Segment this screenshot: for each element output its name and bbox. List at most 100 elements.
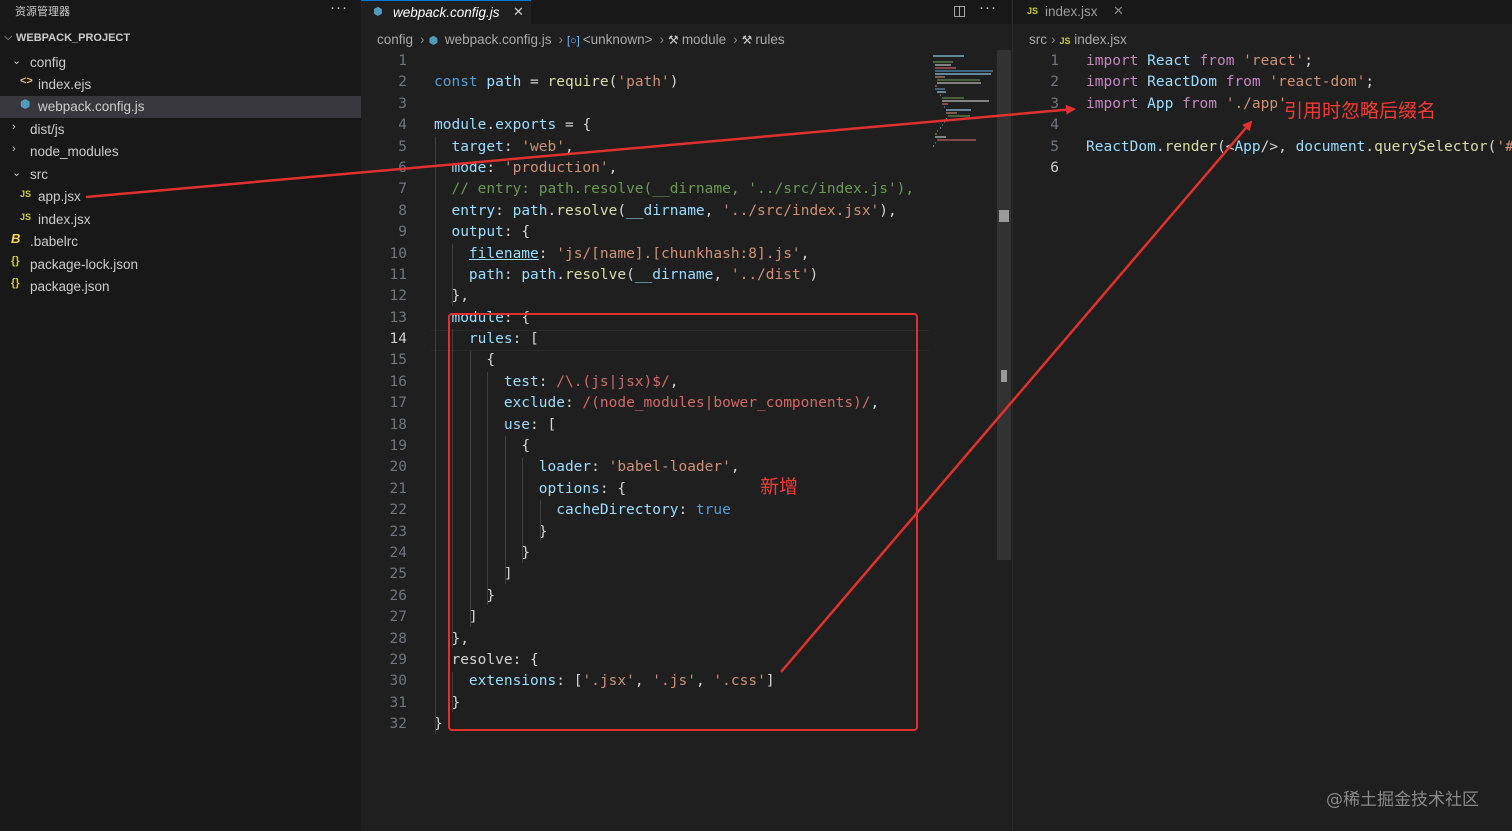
minimap-line <box>944 121 946 123</box>
code-line[interactable]: 8 entry: path.resolve(__dirname, '../src… <box>361 201 931 222</box>
wrench-icon: ⚒ <box>668 33 679 47</box>
code-line[interactable]: 3 import App from './app' <box>1013 94 1512 115</box>
minimap-line <box>946 112 958 114</box>
minimap-line <box>935 64 951 66</box>
minimap-line <box>941 97 964 99</box>
tree-item-label: webpack.config.js <box>38 99 145 114</box>
line-number: 7 <box>398 181 407 198</box>
close-icon[interactable]: ✕ <box>513 4 524 20</box>
split-editor-icon[interactable]: ◫ <box>953 2 966 19</box>
code-line[interactable]: 12 }, <box>361 286 931 307</box>
project-name: WEBPACK_PROJECT <box>16 32 131 44</box>
tab-label: index.jsx <box>1045 4 1098 19</box>
line-number: 16 <box>389 373 407 390</box>
minimap-line <box>935 67 957 69</box>
scrollbar-marker <box>999 210 1009 222</box>
code-line[interactable]: 1 import React from 'react'; <box>1013 51 1512 72</box>
webpack-config-icon: ⬢ <box>428 35 439 47</box>
tree-item-app-jsx[interactable]: JS app.jsx <box>0 186 361 208</box>
breadcrumb-item[interactable]: rules <box>755 32 784 47</box>
line-number: 18 <box>389 416 407 433</box>
minimap-line <box>935 73 992 75</box>
minimap-line <box>937 130 939 132</box>
tree-item-dist-js[interactable]: › dist/js <box>0 119 361 141</box>
webpack-config-icon: ⬢ <box>373 6 383 18</box>
code-line[interactable]: 1 <box>361 51 931 72</box>
minimap-line <box>935 88 946 90</box>
minimap-line <box>933 61 953 63</box>
tree-item-src[interactable]: ⌄ src <box>0 164 361 186</box>
javascript-file-icon: JS <box>20 189 32 199</box>
more-actions-icon[interactable]: ··· <box>979 0 997 16</box>
breadcrumb-item[interactable]: webpack.config.js <box>445 32 552 47</box>
line-number: 28 <box>389 630 407 647</box>
code-line[interactable]: 7 // entry: path.resolve(__dirname, '../… <box>361 179 931 200</box>
code-line[interactable]: 2 import ReactDom from 'react-dom'; <box>1013 72 1512 93</box>
tree-item-babelrc[interactable]: B .babelrc <box>0 231 361 253</box>
code-line[interactable]: 11 path: path.resolve(__dirname, '../dis… <box>361 265 931 286</box>
code-line[interactable]: 6 <box>1013 158 1512 179</box>
tab-webpack-config[interactable]: ⬢ webpack.config.js ✕ <box>361 0 531 24</box>
breadcrumb: config › ⬢ webpack.config.js › [○] <unknown> ›… <box>377 32 788 47</box>
tree-item-label: package-lock.json <box>30 257 139 272</box>
chevron-right-icon: › <box>12 121 16 133</box>
close-icon[interactable]: ✕ <box>1113 3 1124 19</box>
project-folder-header[interactable]: ⌵ WEBPACK_PROJECT <box>0 30 361 50</box>
line-number: 4 <box>1050 117 1059 134</box>
code-editor[interactable]: 1 import React from 'react'; 2 import React… <box>1013 51 1512 179</box>
tree-item-config[interactable]: ⌄ config <box>0 52 361 74</box>
tree-item-node-modules[interactable]: › node_modules <box>0 141 361 163</box>
chevron-right-icon: › <box>733 32 738 47</box>
chevron-right-icon: › <box>1051 32 1056 47</box>
code-text: output: { <box>451 224 531 241</box>
line-number: 24 <box>389 544 407 561</box>
tree-item-index-jsx[interactable]: JS index.jsx <box>0 209 361 231</box>
chevron-down-icon: ⌄ <box>12 167 22 179</box>
vertical-scrollbar[interactable] <box>997 50 1011 560</box>
minimap-line <box>941 100 990 102</box>
annotation-highlight-box <box>448 313 918 731</box>
line-number: 8 <box>398 202 407 219</box>
code-line[interactable]: 4 <box>1013 115 1512 136</box>
line-number: 1 <box>398 53 407 69</box>
code-line[interactable]: 3 <box>361 94 931 115</box>
tab-index-jsx[interactable]: JS index.jsx ✕ <box>1013 0 1138 24</box>
line-number: 2 <box>398 74 407 91</box>
breadcrumb-item[interactable]: index.jsx <box>1074 32 1127 47</box>
breadcrumb-item[interactable]: src <box>1029 32 1047 47</box>
code-line[interactable]: 9 output: { <box>361 222 931 243</box>
editor-group-right: JS index.jsx ✕ src › JS index.jsx 1 import … <box>1012 0 1512 831</box>
code-line[interactable]: 6 mode: 'production', <box>361 158 931 179</box>
scrollbar-marker <box>1001 370 1007 382</box>
tree-item-label: src <box>30 167 48 182</box>
minimap-line <box>935 136 947 138</box>
code-line[interactable]: 5 ReactDom.render(<App/>, document.queryS… <box>1013 137 1512 158</box>
more-actions-icon[interactable]: ··· <box>330 0 348 16</box>
minimap-line <box>939 127 941 129</box>
line-number: 2 <box>1050 74 1059 91</box>
line-number: 15 <box>389 352 407 369</box>
line-number: 3 <box>398 95 407 112</box>
tree-item-index-ejs[interactable]: <> index.ejs <box>0 74 361 96</box>
code-line[interactable]: 2 const path = require('path') <box>361 72 931 93</box>
tree-item-package-json[interactable]: {} package.json <box>0 276 361 298</box>
line-number: 4 <box>398 117 407 134</box>
breadcrumb-item[interactable]: config <box>377 32 413 47</box>
tree-item-label: config <box>30 55 67 70</box>
tab-bar: ⬢ webpack.config.js ✕ ◫ ··· <box>361 0 1011 24</box>
breadcrumb-item[interactable]: <unknown> <box>583 32 653 47</box>
tree-item-webpack-config-js[interactable]: ⬢ webpack.config.js <box>0 96 361 118</box>
wrench-icon: ⚒ <box>741 33 753 47</box>
minimap-line <box>933 145 935 147</box>
line-number: 20 <box>389 459 407 476</box>
line-number: 13 <box>389 309 407 326</box>
chevron-down-icon: ⌵ <box>4 31 13 43</box>
breadcrumb-item[interactable]: module <box>682 32 726 47</box>
line-number: 12 <box>389 288 407 305</box>
code-line[interactable]: 4 module.exports = { <box>361 115 931 136</box>
code-line[interactable]: 5 target: 'web', <box>361 137 931 158</box>
code-line[interactable]: 10 filename: 'js/[name].[chunkhash:8].js… <box>361 244 931 265</box>
minimap[interactable] <box>929 50 997 831</box>
tree-item-package-lock-json[interactable]: {} package-lock.json <box>0 254 361 276</box>
minimap-line <box>933 55 964 57</box>
